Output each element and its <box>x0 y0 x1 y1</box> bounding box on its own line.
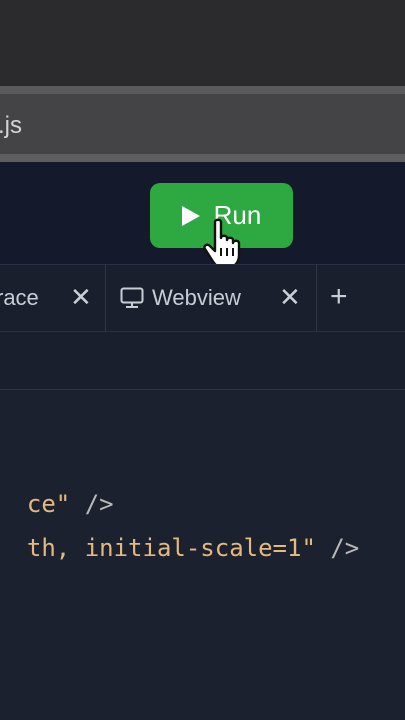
tab-label: race <box>0 285 39 310</box>
code-string: th, initial-scale=1" <box>26 534 316 562</box>
tab-trace[interactable]: race <box>0 264 39 332</box>
close-icon[interactable]: ✕ <box>279 282 301 313</box>
monitor-icon <box>120 287 144 308</box>
add-tab-button[interactable]: + <box>330 280 348 314</box>
panel-header <box>0 332 405 390</box>
tab-webview[interactable]: Webview <box>120 264 241 332</box>
play-icon <box>181 205 200 226</box>
code-punctuation: /> <box>315 534 360 562</box>
hand-pointer-icon <box>203 218 241 270</box>
tab-divider <box>105 264 106 332</box>
close-icon[interactable]: ✕ <box>70 282 92 313</box>
divider <box>0 86 405 94</box>
window-top-bar <box>0 0 405 86</box>
code-line: th, initial-scale=1" /> <box>0 506 359 562</box>
tab-label: Webview <box>152 285 241 310</box>
tab-divider <box>316 264 317 332</box>
divider <box>0 154 405 162</box>
file-tab-bar <box>0 94 405 154</box>
file-tab-label[interactable]: .js <box>0 112 22 140</box>
